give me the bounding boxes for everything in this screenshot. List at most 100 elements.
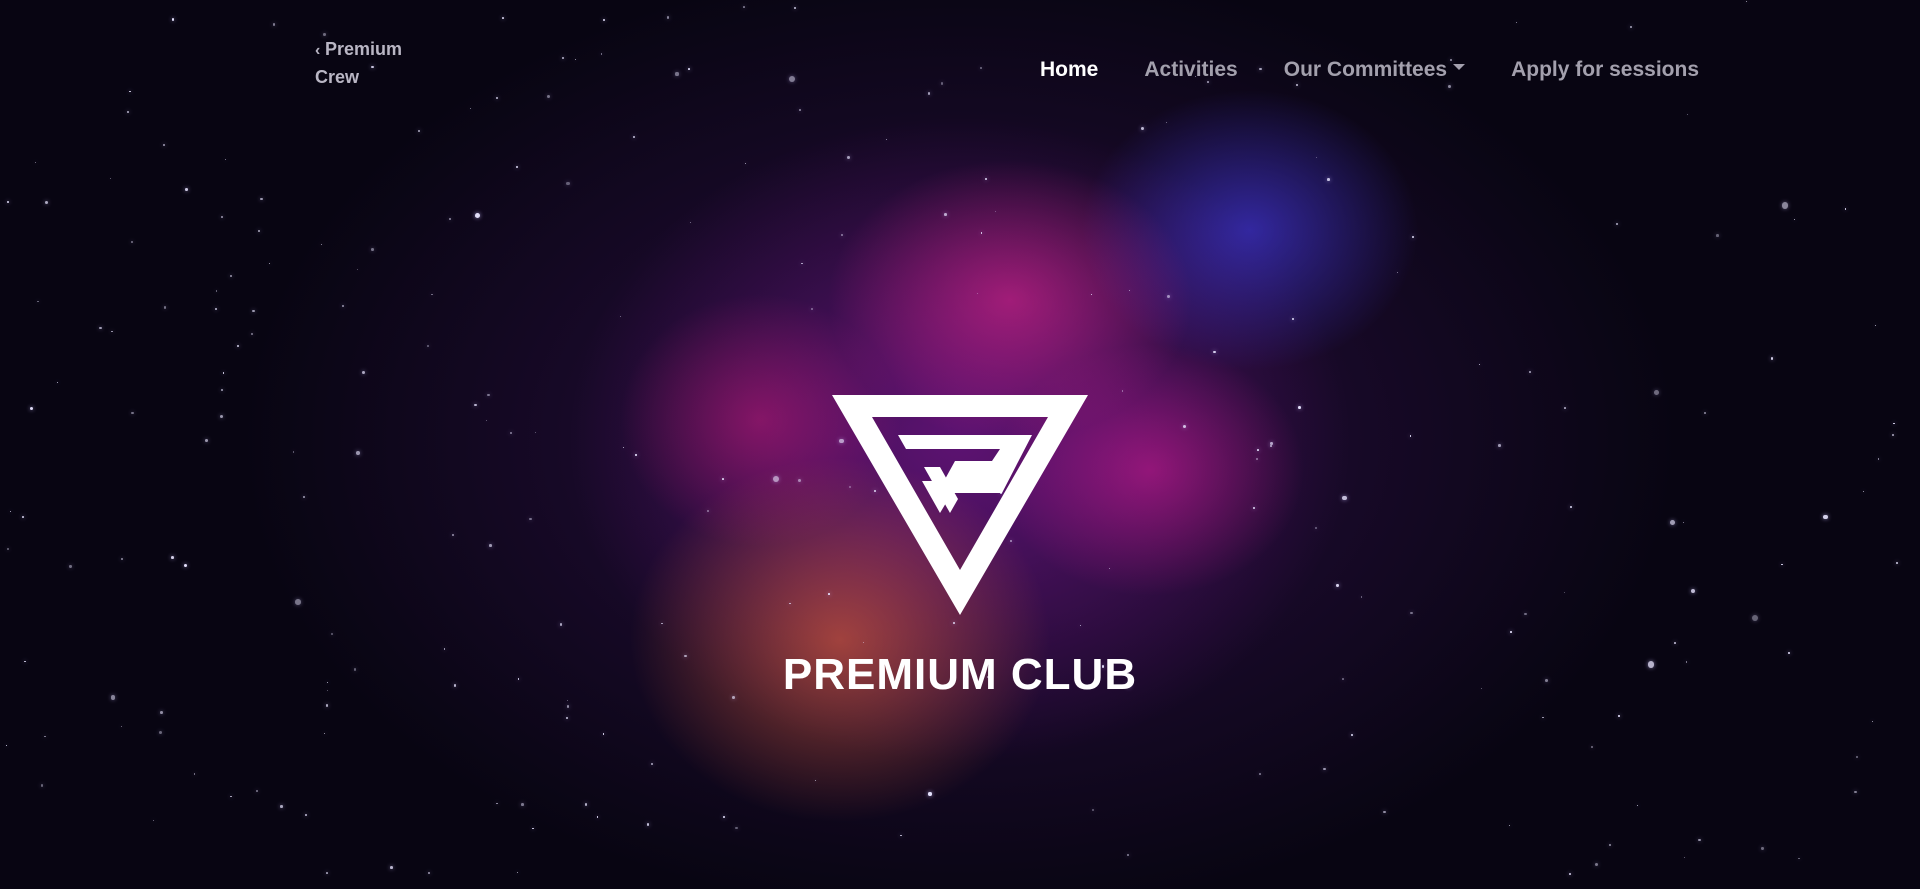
star bbox=[651, 763, 654, 766]
star bbox=[323, 733, 325, 735]
star bbox=[237, 345, 240, 348]
star bbox=[109, 177, 112, 179]
star bbox=[799, 109, 802, 112]
star bbox=[489, 544, 492, 548]
star bbox=[431, 293, 433, 296]
star bbox=[744, 162, 746, 164]
star bbox=[516, 872, 518, 874]
brand-link[interactable]: ‹ Premium Crew bbox=[315, 36, 425, 91]
star bbox=[1140, 126, 1144, 130]
star bbox=[1781, 202, 1789, 209]
star bbox=[596, 816, 599, 818]
star bbox=[995, 211, 997, 213]
star bbox=[485, 419, 487, 421]
star bbox=[1893, 422, 1895, 425]
star bbox=[666, 16, 670, 19]
star bbox=[121, 725, 123, 728]
star bbox=[1629, 25, 1633, 29]
star bbox=[1298, 405, 1301, 409]
star bbox=[1895, 562, 1898, 565]
star bbox=[602, 733, 605, 736]
star bbox=[256, 790, 259, 793]
star bbox=[565, 181, 570, 186]
star bbox=[111, 331, 113, 333]
star bbox=[268, 262, 270, 265]
star bbox=[1256, 457, 1259, 460]
star bbox=[427, 871, 431, 874]
star bbox=[158, 730, 162, 734]
star bbox=[295, 599, 301, 605]
nav-activities[interactable]: Activities bbox=[1144, 54, 1237, 86]
star bbox=[546, 95, 550, 99]
nav-apply-for-sessions[interactable]: Apply for sessions bbox=[1511, 54, 1699, 86]
star bbox=[688, 68, 690, 70]
star bbox=[205, 439, 208, 443]
star bbox=[22, 515, 24, 518]
star bbox=[603, 19, 606, 22]
star bbox=[980, 232, 983, 234]
star bbox=[1270, 445, 1272, 448]
star bbox=[928, 792, 932, 796]
star bbox=[280, 805, 283, 808]
star bbox=[980, 67, 982, 70]
star bbox=[984, 178, 987, 181]
star bbox=[44, 200, 48, 204]
star bbox=[5, 744, 8, 747]
star bbox=[1350, 733, 1354, 737]
star bbox=[1360, 596, 1362, 598]
star bbox=[1259, 773, 1261, 776]
nav-home[interactable]: Home bbox=[1040, 54, 1098, 86]
star bbox=[952, 621, 955, 624]
caret-down-icon bbox=[1453, 64, 1466, 71]
star bbox=[302, 495, 305, 499]
star bbox=[1853, 790, 1857, 794]
brand-line-2: Crew bbox=[315, 67, 360, 87]
star bbox=[1798, 858, 1800, 860]
star bbox=[1862, 491, 1864, 493]
star bbox=[1126, 853, 1130, 857]
star bbox=[9, 511, 11, 513]
star bbox=[356, 451, 361, 455]
star bbox=[171, 18, 175, 21]
star bbox=[390, 866, 393, 870]
star bbox=[325, 704, 329, 708]
star bbox=[160, 710, 164, 714]
star bbox=[1410, 611, 1413, 615]
star bbox=[496, 802, 498, 805]
nav-our-committees[interactable]: Our Committees bbox=[1284, 54, 1466, 86]
star bbox=[1383, 810, 1386, 813]
star bbox=[469, 108, 471, 110]
star bbox=[562, 56, 565, 59]
star bbox=[260, 198, 263, 201]
star bbox=[1166, 121, 1168, 123]
star bbox=[1478, 363, 1480, 365]
star bbox=[474, 215, 477, 218]
star bbox=[44, 735, 47, 738]
star bbox=[532, 827, 534, 830]
star bbox=[646, 823, 650, 826]
star bbox=[1524, 612, 1527, 616]
star bbox=[495, 97, 499, 100]
star bbox=[1874, 324, 1877, 327]
star bbox=[1569, 506, 1572, 509]
star bbox=[862, 641, 864, 643]
star bbox=[828, 593, 830, 596]
star bbox=[371, 247, 374, 251]
star bbox=[1322, 767, 1326, 771]
star bbox=[40, 784, 44, 787]
star bbox=[1166, 295, 1170, 299]
star bbox=[723, 816, 725, 818]
star bbox=[162, 144, 165, 147]
star bbox=[330, 632, 334, 636]
star bbox=[1618, 715, 1620, 717]
star bbox=[1396, 271, 1399, 274]
star bbox=[1716, 234, 1719, 237]
star bbox=[623, 446, 625, 449]
star bbox=[1515, 21, 1517, 23]
star bbox=[841, 233, 844, 236]
star bbox=[214, 307, 217, 310]
star bbox=[1411, 236, 1415, 239]
star bbox=[1336, 584, 1339, 587]
star bbox=[521, 803, 525, 806]
star bbox=[535, 432, 537, 434]
